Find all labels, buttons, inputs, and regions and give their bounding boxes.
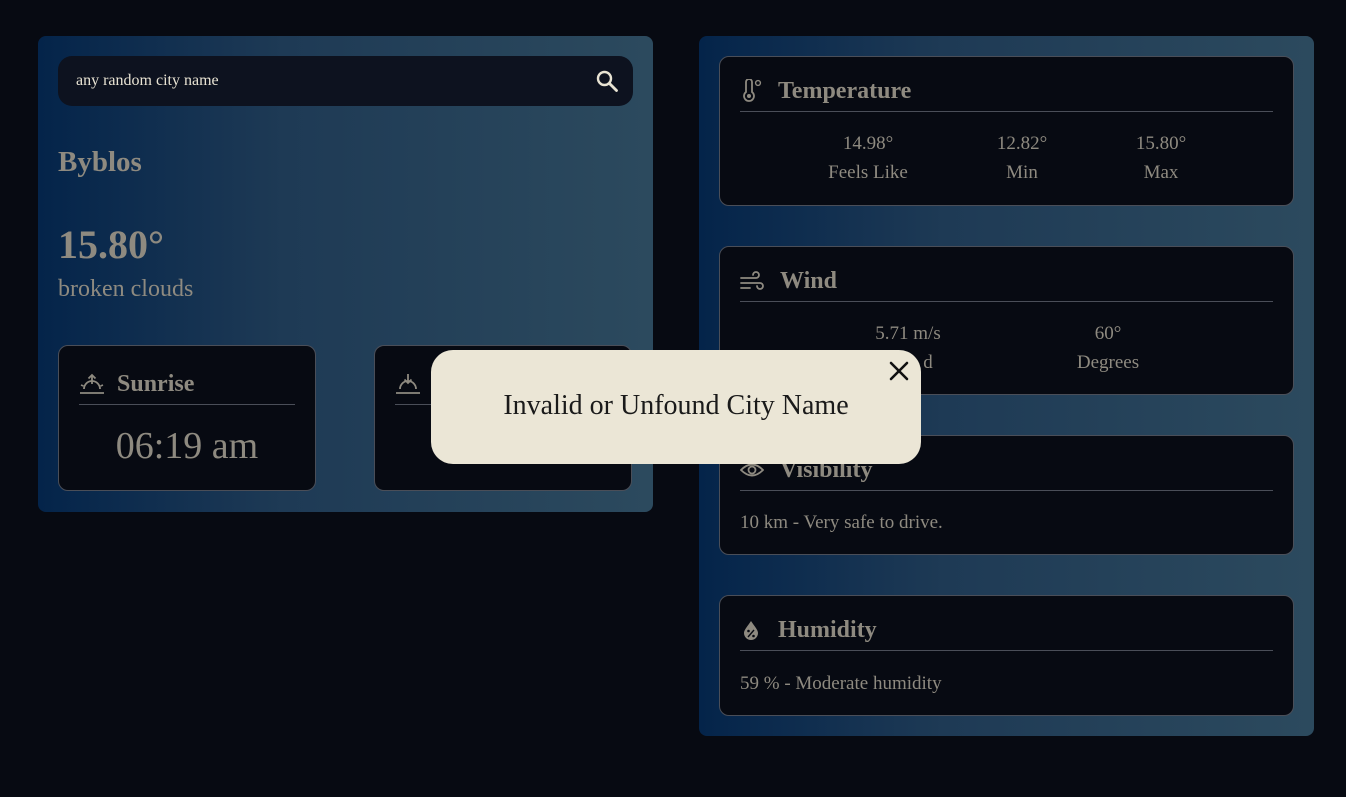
sunrise-icon (79, 372, 105, 396)
humidity-card: Humidity 59 % - Moderate humidity (719, 595, 1294, 716)
humidity-card-title: Humidity (778, 616, 877, 643)
humidity-text: 59 % - Moderate humidity (740, 673, 942, 694)
search-bar (58, 56, 633, 106)
wind-degrees-stat: 60° Degrees (1058, 319, 1158, 377)
temperature-card-title: Temperature (778, 77, 912, 104)
min-temp-value: 12.82° (996, 133, 1048, 154)
city-name: Byblos (58, 146, 142, 178)
search-input[interactable] (76, 56, 576, 106)
visibility-text: 10 km - Very safe to drive. (740, 512, 943, 533)
humidity-icon (740, 619, 762, 641)
feels-like-label: Feels Like (828, 162, 908, 183)
sunrise-header: Sunrise (79, 364, 295, 405)
max-temp-label: Max (1143, 162, 1179, 183)
temperature-card: Temperature 14.98° Feels Like 12.82° Min… (719, 56, 1294, 206)
wind-degrees-value: 60° (1094, 323, 1122, 344)
sunrise-card: Sunrise 06:19 am (58, 345, 316, 491)
feels-like-value: 14.98° (842, 133, 894, 154)
current-temperature: 15.80° (58, 222, 164, 267)
max-temp-stat: 15.80° Max (1111, 129, 1211, 187)
wind-degrees-label: Degrees (1076, 352, 1140, 373)
min-temp-stat: 12.82° Min (972, 129, 1072, 187)
search-icon[interactable] (595, 69, 619, 93)
wind-icon (740, 270, 764, 292)
wind-card-header: Wind (740, 261, 1273, 302)
humidity-card-header: Humidity (740, 610, 1273, 651)
max-temp-value: 15.80° (1135, 133, 1187, 154)
error-message: Invalid or Unfound City Name (503, 390, 849, 421)
sunset-icon (395, 372, 421, 396)
sunrise-time: 06:19 am (115, 425, 259, 467)
min-temp-label: Min (1006, 162, 1038, 183)
error-popup: Invalid or Unfound City Name (431, 350, 921, 464)
close-icon[interactable] (887, 359, 911, 383)
thermometer-icon (740, 79, 762, 103)
wind-card-title: Wind (780, 267, 837, 294)
wind-speed-value: 5.71 m/s (875, 323, 941, 344)
weather-description: broken clouds (58, 276, 194, 302)
temperature-card-header: Temperature (740, 71, 1273, 112)
feels-like-stat: 14.98° Feels Like (818, 129, 918, 187)
sunrise-label: Sunrise (117, 370, 195, 397)
